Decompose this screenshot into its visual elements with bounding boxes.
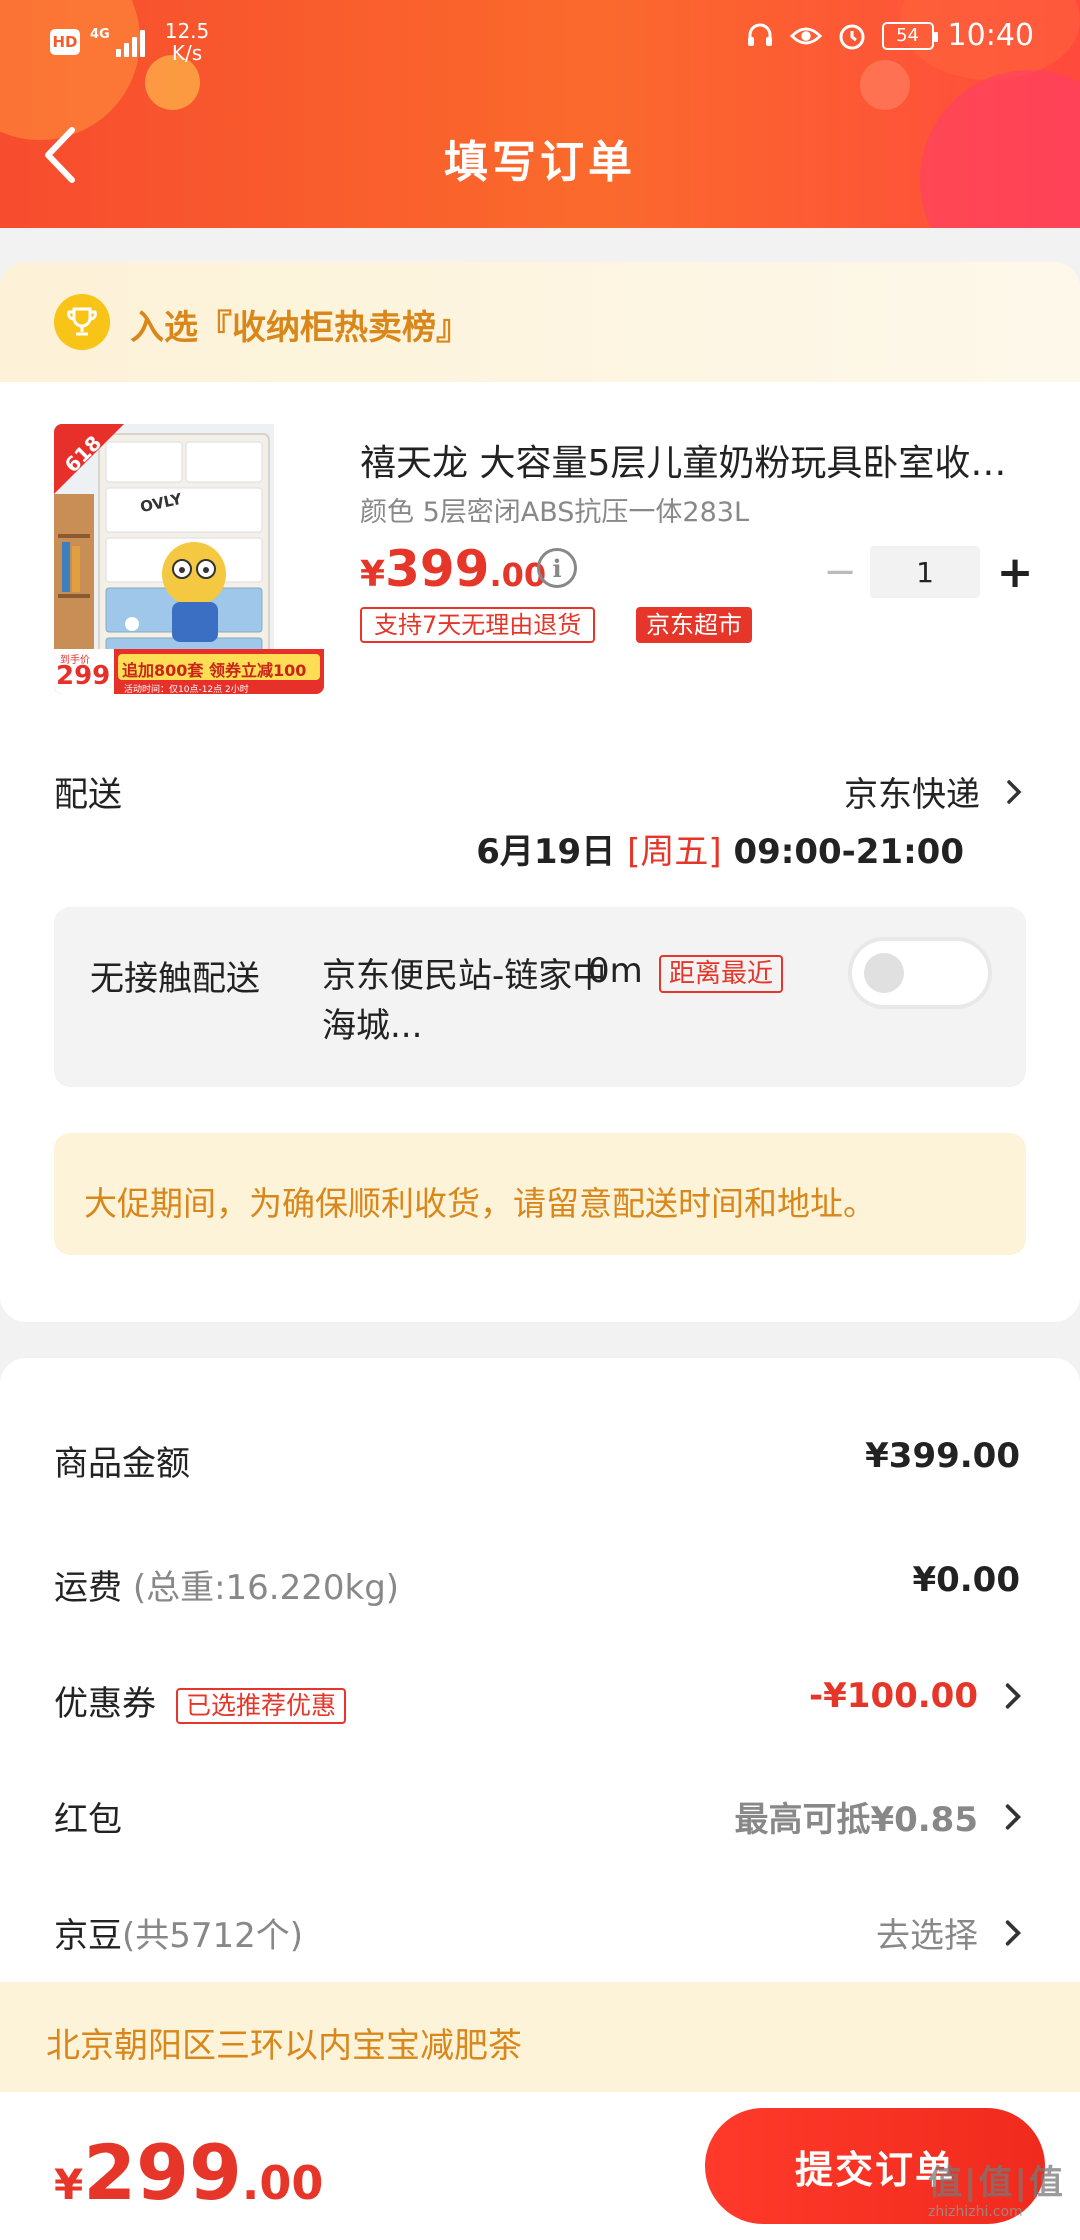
product-price: ¥399.00 [360,540,546,598]
contactless-delivery-box: 无接触配送 京东便民站-链家中海城... 0m 距离最近 [54,907,1026,1087]
watermark: 值|值|值 zhizhizhi.com [928,2155,1068,2220]
delivery-time[interactable]: 6月19日 [周五] 09:00-21:00 [476,824,964,873]
product-name[interactable]: 禧天龙 大容量5层儿童奶粉玩具卧室收纳柜 [360,434,1020,486]
status-bar: HD 4G 12.5 K/s 54 10:40 [0,0,1080,80]
status-time: 10:40 [947,18,1034,53]
delivery-method: 京东快递 [844,775,980,815]
status-left: HD 4G 12.5 K/s [50,20,209,64]
order-card: 入选『收纳柜热卖榜』 618 OVLY 到手价 299 追加800套 领券立减1… [0,262,1080,1322]
red-packet-value: 最高可抵¥0.85 [734,1800,978,1840]
promo-notice: 大促期间，为确保顺利收货，请留意配送时间和地址。 [54,1133,1026,1255]
eye-icon [789,20,822,52]
speed-value: 12.5 [164,19,210,43]
product-spec: 颜色 5层密闭ABS抗压一体283L [360,497,749,528]
chevron-right-icon [1005,1803,1022,1830]
shipping-label: 运费 [54,1568,122,1608]
speed-unit: K/s [171,41,203,65]
address-bar[interactable]: 北京朝阳区三环以内宝宝减肥茶 [0,1982,1080,2092]
quantity-stepper: − 1 + [810,546,1050,598]
total-integer: 299 [83,2128,242,2217]
coupon-value-group: -¥100.00 [809,1676,1022,1716]
delivery-method-selector[interactable]: 京东快递 [844,767,1022,816]
ranking-banner[interactable]: 入选『收纳柜热卖榜』 [0,262,1080,382]
shipping-weight: (总重:16.220kg) [132,1568,400,1608]
red-packet-label: 红包 [54,1800,122,1840]
coupon-selected-tag: 已选推荐优惠 [176,1687,347,1724]
hd-icon: HD [50,29,80,55]
jingdou-row[interactable]: 京豆(共5712个) 去选择 [0,1908,1080,1968]
ranking-text: 入选『收纳柜热卖榜』 [130,308,470,348]
toggle-knob [864,953,904,993]
return-policy-tag: 支持7天无理由退货 [360,607,596,643]
chevron-right-icon [1005,1683,1022,1709]
total-symbol: ¥ [54,2160,84,2209]
watermark-logo: 值|值|值 [928,2163,1065,2203]
red-packet-value-group: 最高可抵¥0.85 [734,1792,1022,1841]
header: HD 4G 12.5 K/s 54 10:40 填写订单 [0,0,1080,228]
pickup-station[interactable]: 京东便民站-链家中海城... [322,951,622,1051]
store-tag: 京东超市 [636,607,752,643]
product-image[interactable]: 618 OVLY 到手价 299 追加800套 领券立减100 活动时间：仅10… [54,424,324,694]
page-title: 填写订单 [444,137,636,188]
delivery-date: 6月19日 [476,832,616,872]
contactless-toggle[interactable] [848,937,992,1009]
image-promo-banner: 追加800套 领券立减100 [122,661,307,680]
red-packet-row[interactable]: 红包 最高可抵¥0.85 [0,1792,1080,1852]
coupon-value: -¥100.00 [809,1676,978,1716]
chevron-right-icon [1005,1919,1022,1946]
jingdou-count: (共5712个) [122,1916,304,1956]
alarm-icon [836,20,868,52]
total-decimal: .00 [241,2156,324,2210]
delivery-label: 配送 [54,775,122,815]
decrease-button[interactable]: − [810,549,870,595]
shipping-value: ¥0.00 [912,1560,1020,1600]
delivery-time-range: 09:00-21:00 [733,832,964,872]
image-price-value: 299 [56,661,111,691]
shipping-row: 运费 (总重:16.220kg) ¥0.00 [0,1560,1080,1620]
watermark-url: zhizhizhi.com [928,2204,1023,2220]
order-page: HD 4G 12.5 K/s 54 10:40 填写订单 入选『收纳柜热卖榜』 … [0,0,1080,2240]
bottom-bar: ¥299.00 提交订单 [0,2092,1080,2240]
goods-amount-row: 商品金额 ¥399.00 [0,1436,1080,1496]
quantity-input[interactable]: 1 [870,546,980,598]
network-type: 4G [90,27,110,42]
jingdou-label: 京豆 [54,1916,122,1956]
battery-icon: 54 [881,21,938,50]
jingdou-value: 去选择 [876,1916,978,1956]
trophy-icon [54,294,110,350]
coupon-label: 优惠券 [54,1684,156,1724]
jingdou-value-group: 去选择 [876,1908,1022,1957]
delivery-weekday: [周五] [627,832,722,872]
shipping-label-group: 运费 (总重:16.220kg) [54,1560,399,1609]
signal-icon: 4G [90,27,145,57]
price-integer: 399 [385,540,490,598]
coupon-label-group: 优惠券 已选推荐优惠 [54,1676,347,1725]
jingdou-label-group: 京豆(共5712个) [54,1908,303,1957]
status-right: 54 10:40 [744,18,1034,53]
contactless-label: 无接触配送 [90,959,260,999]
coupon-row[interactable]: 优惠券 已选推荐优惠 -¥100.00 [0,1676,1080,1736]
increase-button[interactable]: + [980,547,1050,598]
price-symbol: ¥ [360,554,386,595]
info-icon[interactable]: i [537,548,577,588]
goods-amount-label: 商品金额 [54,1444,190,1484]
chevron-right-icon [1007,779,1022,804]
goods-amount-value: ¥399.00 [865,1436,1020,1476]
headset-icon [744,20,776,52]
total-price: ¥299.00 [54,2128,323,2217]
nearest-badge: 距离最近 [659,955,784,993]
image-promo-sub: 活动时间：仅10点-12点 2小时 [124,685,249,694]
network-speed: 12.5 K/s [165,20,210,64]
station-distance: 0m [588,951,643,991]
